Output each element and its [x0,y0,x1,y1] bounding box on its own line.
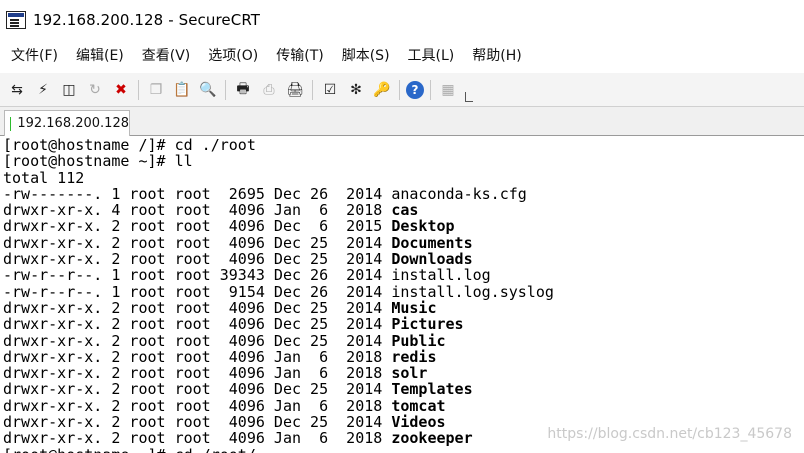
menu-tools[interactable]: 工具(L) [399,40,464,73]
toolbar: ⇆ ⚡ ◫ ↻ ✖ ❐ 📋 🔍 🖶 ⎙ 🖨 ☑ ✻ 🔑 ? ▦ [0,73,804,106]
file-name: Pictures [391,315,464,334]
terminal-line-text: drwxr-xr-x. 4 root root 4096 Jan 6 2018 [3,201,392,220]
title-bar: 192.168.200.128 - SecureCRT [0,0,804,40]
terminal-line-text: drwxr-xr-x. 2 root root 4096 Dec 25 2014 [3,331,392,350]
terminal-line: [root@hostname ~]# cd /root/ [0,446,804,453]
terminal-line-text: drwxr-xr-x. 2 root root 4096 Dec 25 2014 [3,413,392,432]
toolbar-separator [225,79,226,100]
print-screen-icon[interactable]: 🖶 [232,79,254,101]
file-name: Documents [391,233,473,252]
menu-help[interactable]: 帮助(H) [463,40,530,73]
terminal-line: drwxr-xr-x. 2 root root 4096 Dec 25 2014… [0,235,804,251]
terminal-line: drwxr-xr-x. 2 root root 4096 Dec 6 2015 … [0,218,804,234]
terminal-line-text: drwxr-xr-x. 2 root root 4096 Dec 6 2015 [3,217,392,236]
securecrt-app-icon [6,11,26,29]
button-bar-icon[interactable]: ▦ [437,79,459,101]
file-name: install.log [391,266,491,285]
toolbar-separator [138,79,139,100]
menu-transfer[interactable]: 传输(T) [267,40,332,73]
file-name: Templates [391,380,473,399]
menu-script[interactable]: 脚本(S) [333,40,399,73]
file-name: Desktop [391,217,455,236]
window-title: 192.168.200.128 - SecureCRT [33,11,261,29]
terminal-line-text: [root@hostname ~]# ll [3,152,193,171]
terminal-line: drwxr-xr-x. 2 root root 4096 Jan 6 2018 … [0,398,804,414]
file-name: Downloads [391,250,473,269]
terminal-line: drwxr-xr-x. 2 root root 4096 Jan 6 2018 … [0,365,804,381]
menu-options[interactable]: 选项(O) [199,40,267,73]
terminal-line: drwxr-xr-x. 4 root root 4096 Jan 6 2018 … [0,202,804,218]
terminal-line: -rw-r--r--. 1 root root 39343 Dec 26 201… [0,267,804,283]
toolbar-separator [430,79,431,100]
terminal-line: drwxr-xr-x. 2 root root 4096 Jan 6 2018 … [0,349,804,365]
terminal-line: -rw-------. 1 root root 2695 Dec 26 2014… [0,186,804,202]
watermark-text: https://blog.csdn.net/cb123_45678 [547,426,792,442]
toolbar-separator [312,79,313,100]
quick-connect-icon[interactable]: ⚡ [32,79,54,101]
file-name: anaconda-ks.cfg [391,184,527,203]
menu-edit[interactable]: 编辑(E) [67,40,133,73]
terminal-line: drwxr-xr-x. 2 root root 4096 Dec 25 2014… [0,251,804,267]
print-selection-icon[interactable]: ⎙ [258,79,280,101]
print-icon[interactable]: 🖨 [284,79,306,101]
terminal-line-text: -rw-------. 1 root root 2695 Dec 26 2014 [3,184,392,203]
terminal-output[interactable]: [root@hostname /]# cd ./root [root@hostna… [0,137,804,453]
file-name: Music [391,298,437,317]
connect-icon[interactable]: ⇆ [6,79,28,101]
key-map-icon[interactable]: 🔑 [371,79,393,101]
file-name: solr [391,364,428,383]
terminal-line-text: drwxr-xr-x. 2 root root 4096 Dec 25 2014 [3,233,392,252]
menu-view[interactable]: 查看(V) [133,40,200,73]
terminal-line-text: drwxr-xr-x. 2 root root 4096 Jan 6 2018 [3,396,392,415]
help-icon[interactable]: ? [406,80,424,99]
menu-file[interactable]: 文件(F) [2,40,67,73]
terminal-line: total 112 [0,168,804,187]
terminal-line: drwxr-xr-x. 2 root root 4096 Dec 25 2014… [0,331,804,350]
terminal-line-text: [root@hostname ~]# cd /root/ [3,446,256,453]
session-tab-bar: 192.168.200.128 [0,106,804,136]
terminal-line-text: drwxr-xr-x. 2 root root 4096 Jan 6 2018 [3,429,392,448]
file-name: zookeeper [391,429,473,448]
terminal-line-text: -rw-r--r--. 1 root root 9154 Dec 26 2014 [3,282,392,301]
disconnect-icon[interactable]: ✖ [110,79,132,101]
paste-icon[interactable]: 📋 [171,79,193,101]
reconnect-icon[interactable]: ↻ [84,79,106,101]
terminal-line: drwxr-xr-x. 2 root root 4096 Dec 25 2014… [0,316,804,332]
terminal-line: drwxr-xr-x. 2 root root 4096 Dec 25 2014… [0,300,804,316]
terminal-line-text: total 112 [3,168,85,187]
file-name: Videos [391,413,446,432]
terminal-line-text: -rw-r--r--. 1 root root 39343 Dec 26 201… [3,266,392,285]
terminal-line-text: drwxr-xr-x. 2 root root 4096 Jan 6 2018 [3,364,392,383]
terminal-line: [root@hostname /]# cd ./root [0,137,804,153]
session-tab[interactable]: 192.168.200.128 [4,110,130,136]
terminal-line-text: drwxr-xr-x. 2 root root 4096 Dec 25 2014 [3,298,392,317]
file-name: Public [391,331,446,350]
file-name: cas [391,201,419,220]
copy-icon[interactable]: ❐ [145,79,167,101]
connect-tab-icon[interactable]: ◫ [58,79,80,101]
global-options-icon[interactable]: ✻ [345,79,367,101]
find-icon[interactable]: 🔍 [197,79,219,101]
session-options-icon[interactable]: ☑ [319,79,341,101]
terminal-line-text: drwxr-xr-x. 2 root root 4096 Dec 25 2014 [3,380,392,399]
toolbar-separator [399,79,400,100]
terminal-line-text: drwxr-xr-x. 2 root root 4096 Jan 6 2018 [3,347,392,366]
terminal-line-text: drwxr-xr-x. 2 root root 4096 Dec 25 2014 [3,250,392,269]
session-tab-label: 192.168.200.128 [17,116,129,131]
terminal-line: drwxr-xr-x. 2 root root 4096 Dec 25 2014… [0,381,804,397]
menu-bar: 文件(F) 编辑(E) 查看(V) 选项(O) 传输(T) 脚本(S) 工具(L… [0,40,804,73]
file-name: tomcat [391,396,446,415]
terminal-line: -rw-r--r--. 1 root root 9154 Dec 26 2014… [0,284,804,300]
toolbar-overflow-grip[interactable] [465,91,473,102]
file-name: redis [391,347,437,366]
terminal-line: [root@hostname ~]# ll [0,153,804,169]
terminal-line-text: drwxr-xr-x. 2 root root 4096 Dec 25 2014 [3,315,392,334]
file-name: install.log.syslog [391,282,554,301]
